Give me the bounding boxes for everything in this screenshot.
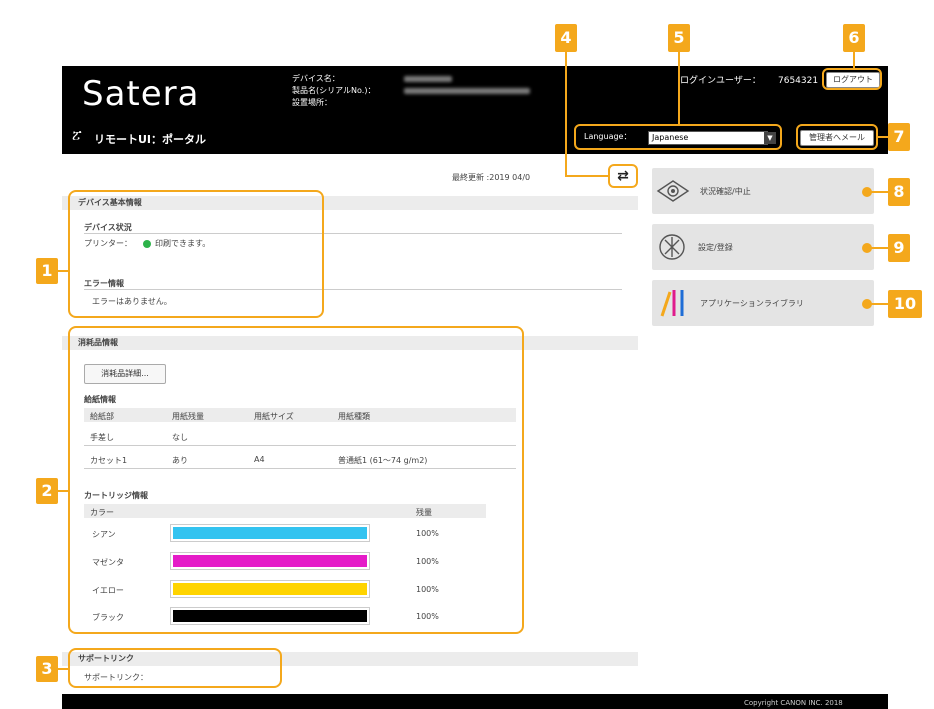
callout-dot-9	[862, 243, 872, 253]
app-library-icon	[658, 288, 694, 318]
callout-pointer-5	[678, 52, 680, 126]
callout-number-9: 9	[888, 234, 910, 262]
callout-box-4	[608, 164, 638, 188]
callout-number-2: 2	[36, 478, 58, 504]
product-name-label: 製品名(シリアルNo.)：	[292, 86, 376, 95]
callout-number-5: 5	[668, 24, 690, 52]
callout-pointer-2	[56, 490, 70, 492]
settings-icon	[656, 232, 688, 262]
callout-box-5	[574, 124, 782, 150]
callout-number-1: 1	[36, 258, 58, 284]
callout-dot-10	[862, 299, 872, 309]
location-label: 設置場所：	[292, 98, 332, 107]
product-name-redacted	[404, 88, 530, 94]
device-name-redacted	[404, 76, 452, 82]
callout-number-8: 8	[888, 178, 910, 206]
device-name-label: デバイス名：	[292, 74, 340, 83]
callout-pointer-6	[853, 52, 855, 70]
settings-label: 設定/登録	[698, 243, 733, 252]
callout-number-7: 7	[888, 123, 910, 151]
login-user-value: 7654321	[778, 76, 819, 86]
callout-number-3: 3	[36, 656, 58, 682]
app-library-label: アプリケーションライブラリ	[700, 299, 804, 308]
copyright-text: Copyright CANON INC. 2018	[744, 699, 843, 707]
callout-box-1	[68, 190, 324, 318]
callout-pointer-3	[56, 668, 70, 670]
callout-number-4: 4	[555, 24, 577, 52]
callout-pointer-4h	[565, 175, 609, 177]
callout-pointer-7	[878, 136, 888, 138]
last-updated-text: 最終更新 :2019 04/0	[452, 173, 531, 182]
page-title: リモートUI：ポータル	[94, 133, 207, 146]
callout-pointer-4v	[565, 52, 567, 176]
callout-box-7	[796, 124, 878, 150]
callout-box-2	[68, 326, 524, 634]
satera-logo: Satera	[82, 74, 200, 114]
callout-box-3	[68, 648, 282, 688]
callout-number-6: 6	[843, 24, 865, 52]
callout-dot-8	[862, 187, 872, 197]
callout-pointer-1	[56, 270, 70, 272]
remote-ui-icon: ፘ	[72, 128, 82, 144]
login-user-label: ログインユーザー：	[680, 76, 761, 86]
eye-icon	[656, 178, 690, 204]
callout-number-10: 10	[888, 290, 922, 318]
status-monitor-label: 状況確認/中止	[700, 187, 751, 196]
callout-box-6	[822, 68, 882, 90]
